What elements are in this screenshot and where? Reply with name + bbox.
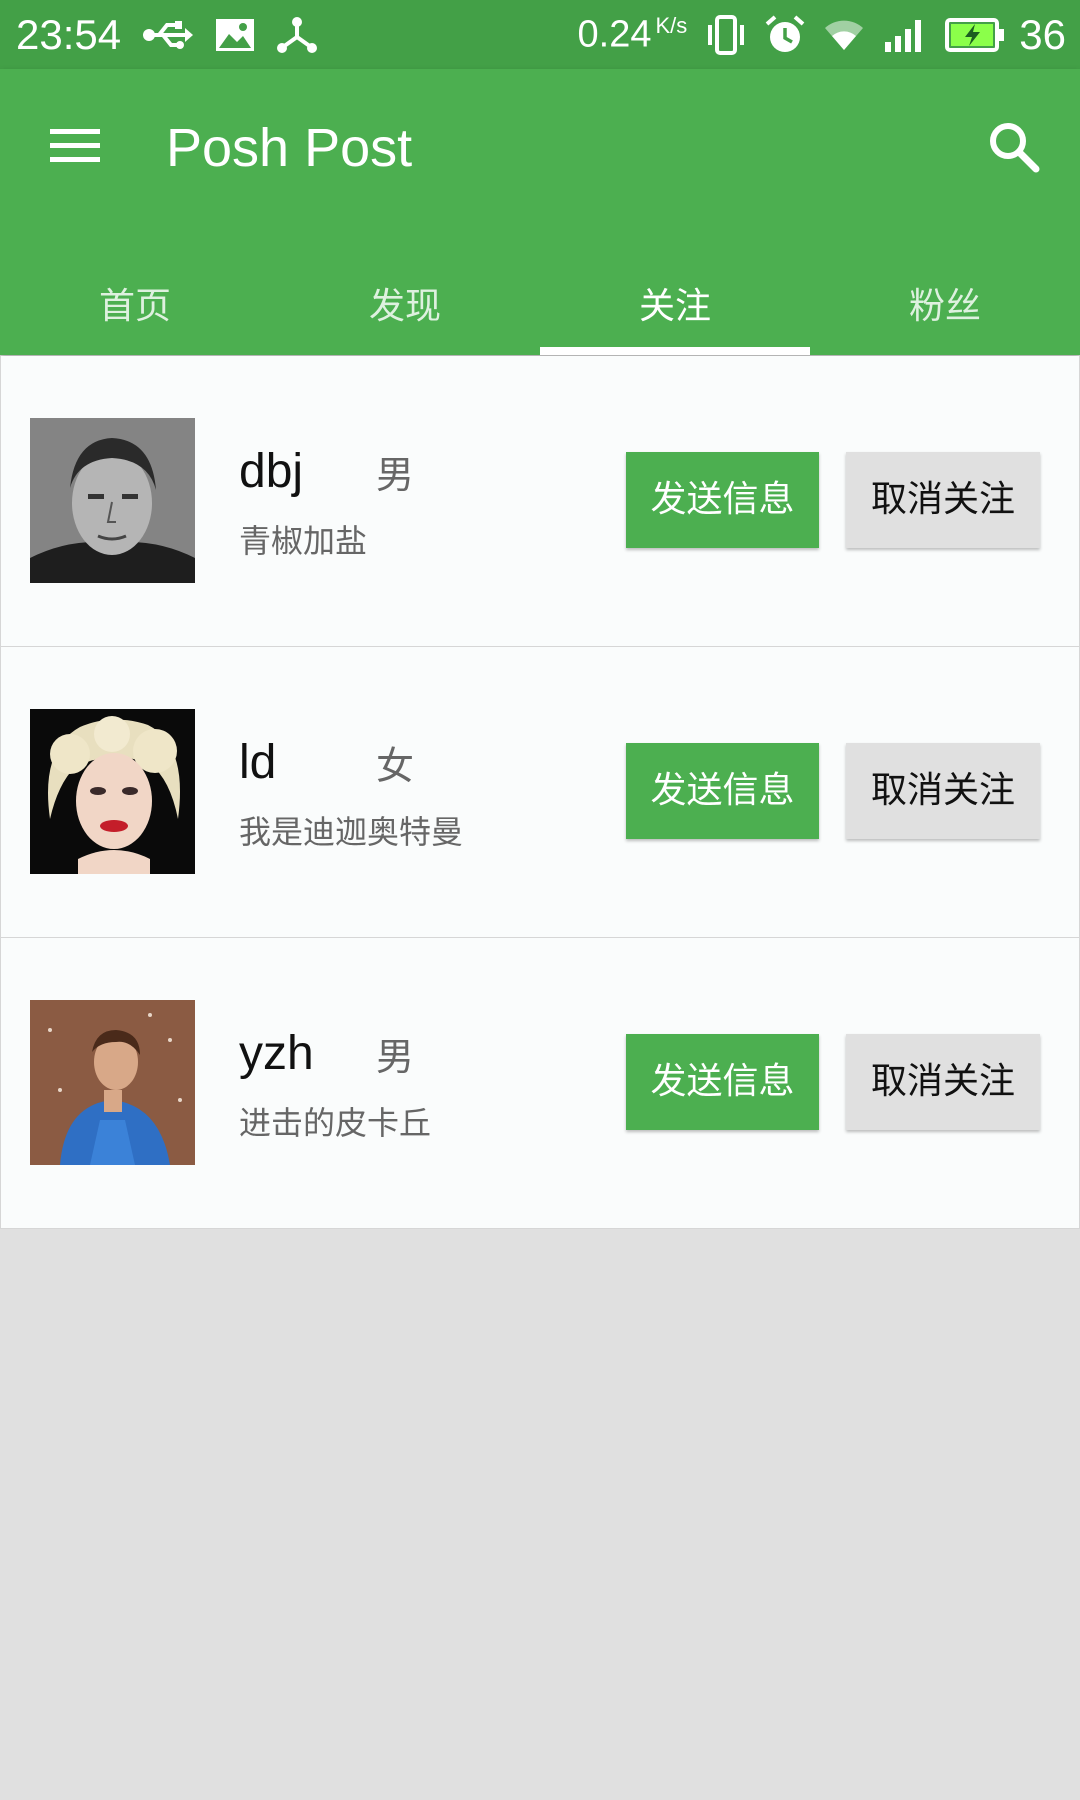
- user-gender: 女: [376, 744, 415, 788]
- vibrate-icon: [705, 14, 747, 55]
- battery-charging-icon: [945, 17, 1005, 52]
- app-bar: Posh Post 首页 发现 关注 粉丝: [0, 69, 1080, 355]
- user-gender: 男: [376, 1035, 415, 1079]
- send-message-button[interactable]: 发送信息: [626, 743, 819, 839]
- avatar[interactable]: [30, 1000, 195, 1165]
- tab-home[interactable]: 首页: [0, 259, 270, 355]
- search-button[interactable]: [986, 119, 1042, 175]
- avatar[interactable]: [30, 418, 195, 583]
- list-item: dbj 男 青椒加盐 发送信息 取消关注: [0, 356, 1080, 647]
- battery-level: 36: [1019, 10, 1066, 58]
- user-signature: 进击的皮卡丘: [239, 1104, 432, 1142]
- tab-fans[interactable]: 粉丝: [810, 259, 1080, 355]
- status-bar: 23:54 0.24 K/s 36: [0, 0, 1080, 69]
- tab-bar: 首页 发现 关注 粉丝: [0, 259, 1080, 355]
- net-speed: 0.24 K/s: [577, 12, 688, 56]
- tab-discover[interactable]: 发现: [270, 259, 540, 355]
- tab-following[interactable]: 关注: [540, 259, 810, 355]
- list-item: yzh 男 进击的皮卡丘 发送信息 取消关注: [0, 938, 1080, 1229]
- send-message-button[interactable]: 发送信息: [626, 1034, 819, 1130]
- app-title: Posh Post: [166, 118, 413, 178]
- avatar[interactable]: [30, 709, 195, 874]
- menu-icon: [50, 129, 100, 162]
- unfollow-button[interactable]: 取消关注: [846, 743, 1040, 839]
- usb-icon: [143, 20, 194, 50]
- unfollow-button[interactable]: 取消关注: [846, 1034, 1040, 1130]
- user-signature: 青椒加盐: [239, 522, 368, 560]
- user-name: yzh: [239, 1027, 314, 1080]
- following-list: dbj 男 青椒加盐 发送信息 取消关注 ld 女 我是迪迦奥特曼 发送信息 取…: [0, 356, 1080, 1229]
- alarm-icon: [765, 14, 805, 55]
- share-icon: [277, 16, 318, 53]
- menu-button[interactable]: [44, 121, 106, 171]
- user-gender: 男: [376, 453, 415, 497]
- unfollow-button[interactable]: 取消关注: [846, 452, 1040, 548]
- send-message-button[interactable]: 发送信息: [626, 452, 819, 548]
- search-icon: [990, 123, 1040, 173]
- status-time: 23:54: [16, 10, 122, 58]
- signal-icon: [883, 18, 927, 52]
- user-name: dbj: [239, 445, 304, 498]
- list-item: ld 女 我是迪迦奥特曼 发送信息 取消关注: [0, 647, 1080, 938]
- image-icon: [215, 18, 255, 52]
- user-signature: 我是迪迦奥特曼: [239, 813, 464, 851]
- wifi-icon: [823, 18, 865, 52]
- user-name: ld: [239, 736, 277, 789]
